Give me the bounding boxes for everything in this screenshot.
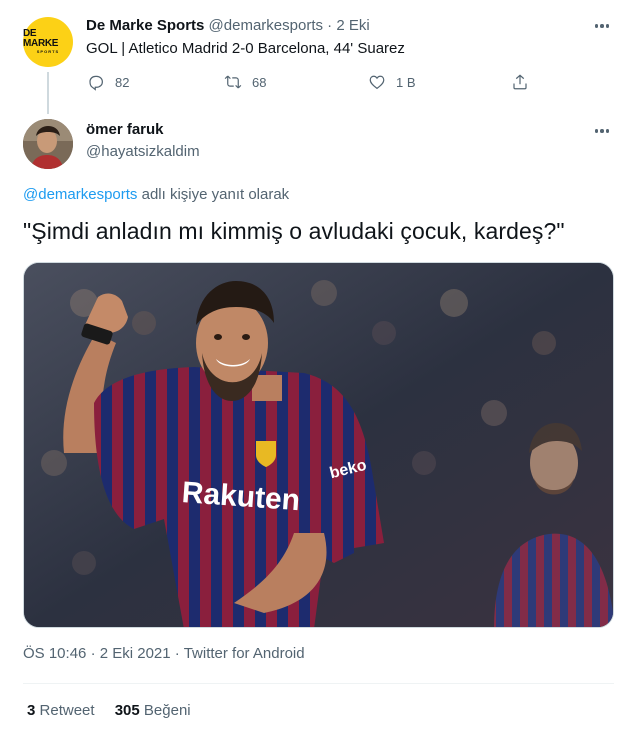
avatar[interactable]: [23, 119, 73, 169]
tweet-text: GOL | Atletico Madrid 2-0 Barcelona, 44'…: [86, 40, 405, 57]
heart-icon: [369, 75, 385, 90]
share-icon: [513, 74, 527, 90]
divider: [23, 683, 614, 684]
more-icon[interactable]: [591, 124, 613, 138]
like-button[interactable]: 1 B: [368, 73, 416, 91]
tweet-stats: 3 Retweet 305 Beğeni: [27, 702, 207, 719]
retweet-icon: [224, 75, 242, 89]
logo-text: DE MARKE: [23, 28, 59, 49]
avatar[interactable]: DE MARKE SPORTS: [23, 17, 73, 67]
like-label: Beğeni: [143, 702, 191, 719]
tweet-date[interactable]: 2 Eki 2021: [100, 645, 171, 662]
more-icon[interactable]: [591, 19, 613, 33]
avatar-photo: [23, 119, 73, 169]
likes-stat[interactable]: 305 Beğeni: [115, 702, 191, 719]
parent-tweet[interactable]: DE MARKE SPORTS De Marke Sports @demarke…: [0, 0, 635, 112]
reply-icon: [89, 75, 103, 91]
reply-count: 82: [115, 74, 130, 90]
separator-dot: ·: [327, 17, 333, 34]
tweet-photo[interactable]: Rakuten beko: [23, 262, 614, 628]
tweet-date[interactable]: 2 Eki: [336, 17, 369, 34]
tweet-actions: 82 68 1 B: [86, 73, 546, 95]
share-button[interactable]: [511, 73, 529, 91]
retweet-button[interactable]: 68: [224, 73, 266, 91]
tweet-header: De Marke Sports @demarkesports · 2 Eki: [86, 17, 370, 34]
separator-dot: ·: [90, 645, 96, 662]
user-handle[interactable]: @demarkesports: [209, 17, 323, 34]
like-count: 1 B: [396, 74, 416, 90]
football-celebration-image: Rakuten beko: [24, 263, 613, 627]
client-link[interactable]: Twitter for Android: [184, 645, 305, 662]
display-name[interactable]: ömer faruk: [86, 121, 164, 138]
reply-button[interactable]: 82: [87, 73, 129, 91]
separator-dot: ·: [174, 645, 180, 662]
like-total: 305: [114, 702, 140, 719]
mention-link[interactable]: @demarkesports: [23, 186, 137, 203]
retweets-stat[interactable]: 3 Retweet: [27, 702, 95, 719]
retweet-count: 68: [252, 74, 267, 90]
thread-line: [47, 72, 49, 114]
retweet-label: Retweet: [39, 702, 95, 719]
user-handle[interactable]: @hayatsizkaldim: [86, 143, 200, 160]
retweet-total: 3: [27, 702, 36, 719]
display-name[interactable]: De Marke Sports: [86, 17, 204, 34]
tweet-meta: ÖS 10:46 · 2 Eki 2021 · Twitter for Andr…: [23, 645, 305, 662]
tweet-time[interactable]: ÖS 10:46: [23, 645, 86, 662]
reply-context: @demarkesports adlı kişiye yanıt olarak: [23, 186, 289, 203]
logo-subtext: SPORTS: [36, 49, 60, 54]
reply-context-text: adlı kişiye yanıt olarak: [141, 186, 290, 203]
tweet-text: "Şimdi anladın mı kimmiş o avludaki çocu…: [23, 218, 565, 244]
